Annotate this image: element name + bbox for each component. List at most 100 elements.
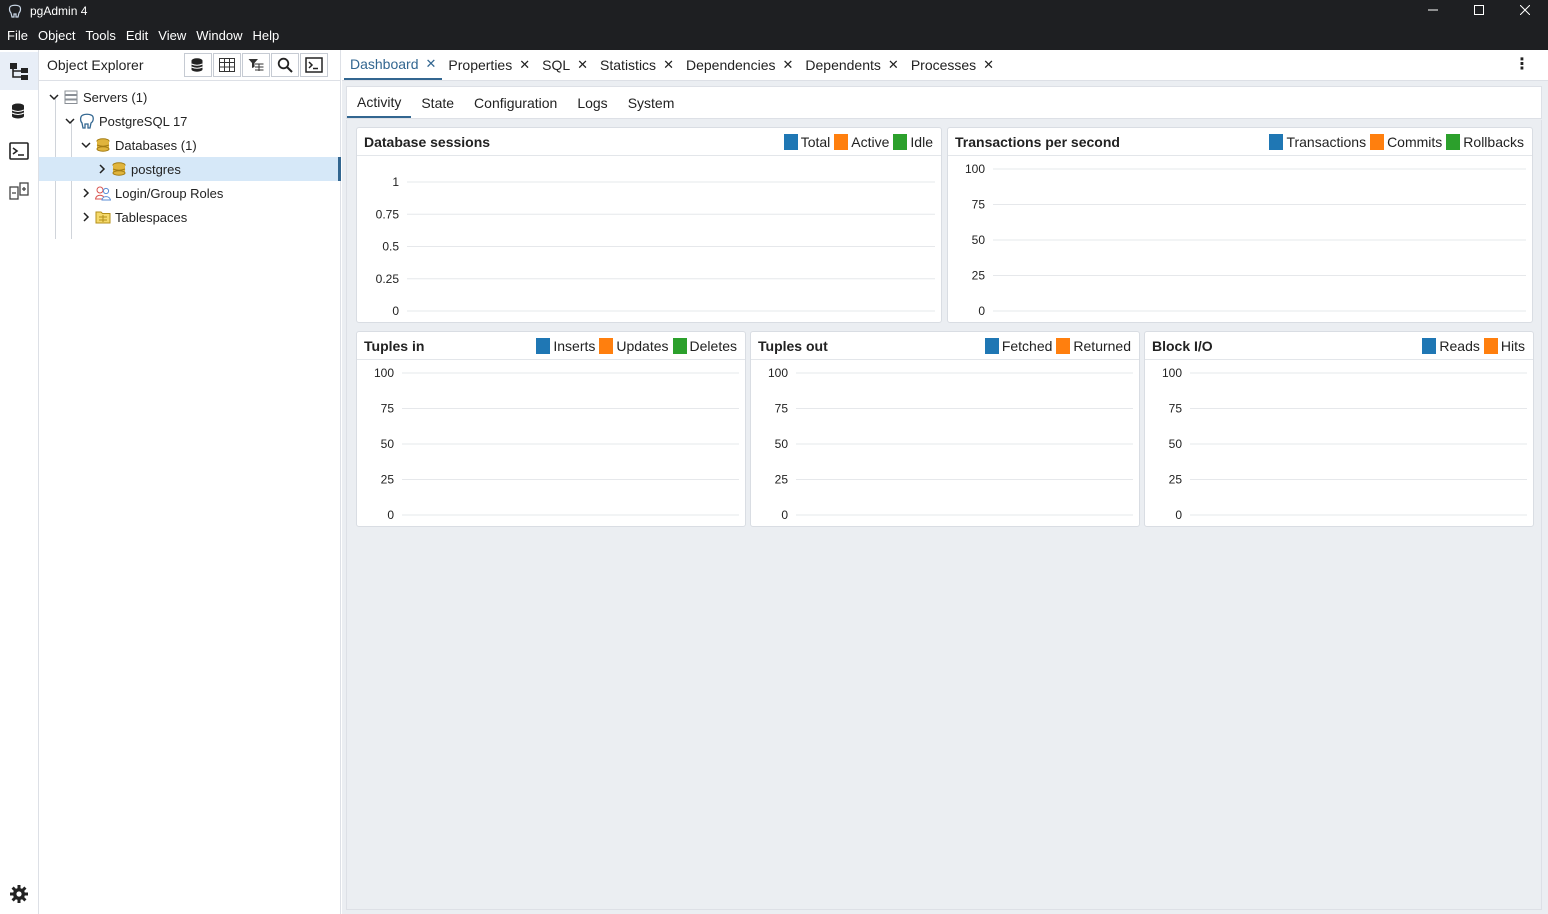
object-explorer-panel: Object Explorer Servers (1) PostgreSQL 1… xyxy=(39,50,341,914)
tree-hierarchy-icon xyxy=(10,63,28,80)
chart-plot: 0 25 50 75 100 xyxy=(768,366,1133,522)
main-tab-bar: Dashboard ✕ Properties ✕ SQL ✕ Statistics ✕ … xyxy=(342,50,1548,81)
tree-node-login-group-roles[interactable]: Login/Group Roles xyxy=(39,181,341,205)
tab-statistics[interactable]: Statistics ✕ xyxy=(594,49,680,80)
chevron-down-icon[interactable] xyxy=(79,138,93,152)
chevron-down-icon[interactable] xyxy=(63,114,77,128)
tree-node-servers[interactable]: Servers (1) xyxy=(39,85,341,109)
close-window-button[interactable] xyxy=(1502,0,1548,20)
schema-diff-rail-button[interactable] xyxy=(0,172,38,210)
y-tick-label: 50 xyxy=(775,437,789,451)
close-icon[interactable]: ✕ xyxy=(888,57,899,73)
chart-legend: Transactions Commits Rollbacks xyxy=(1269,133,1525,150)
tree-node-databases[interactable]: Databases (1) xyxy=(39,133,341,157)
tree-node-postgresql-17[interactable]: PostgreSQL 17 xyxy=(39,109,341,133)
y-tick-label: 100 xyxy=(768,366,788,380)
more-options-icon[interactable]: ⋮ xyxy=(1514,57,1530,73)
y-tick-label: 0 xyxy=(392,304,399,318)
menu-edit[interactable]: Edit xyxy=(121,22,153,50)
query-tool-button[interactable] xyxy=(184,53,212,77)
tree-node-postgres[interactable]: postgres xyxy=(39,157,341,181)
terminal-icon xyxy=(9,142,29,160)
table-grid-icon xyxy=(219,58,235,72)
psql-tool-rail-button[interactable] xyxy=(0,132,38,170)
menu-window[interactable]: Window xyxy=(191,22,247,50)
close-icon[interactable]: ✕ xyxy=(983,57,994,73)
tab-sql[interactable]: SQL ✕ xyxy=(536,49,594,80)
object-explorer-toggle[interactable] xyxy=(0,52,38,90)
menu-object[interactable]: Object xyxy=(33,22,81,50)
menu-file[interactable]: File xyxy=(2,22,33,50)
chart-legend: Total Active Idle xyxy=(783,133,934,150)
legend-label: Total xyxy=(800,133,831,150)
legend-label: Commits xyxy=(1387,133,1443,150)
preferences-button[interactable] xyxy=(0,875,38,913)
chevron-right-icon[interactable] xyxy=(95,162,109,176)
terminal-icon xyxy=(305,57,323,73)
dashboard-subtabs: Activity State Configuration Logs System xyxy=(346,86,1542,119)
subtab-state[interactable]: State xyxy=(411,87,464,118)
search-icon xyxy=(277,57,293,73)
roles-icon xyxy=(95,185,111,201)
tree-node-label: Databases xyxy=(115,137,178,153)
chevron-down-icon[interactable] xyxy=(47,90,61,104)
dashboard-charts-area: Database sessions Total Active Idle 0 0.2… xyxy=(346,120,1542,910)
main-panel: Dashboard ✕ Properties ✕ SQL ✕ Statistics ✕ … xyxy=(342,50,1548,914)
close-icon[interactable]: ✕ xyxy=(663,57,674,73)
y-tick-label: 25 xyxy=(381,473,395,487)
chart-plot: 0 25 50 75 100 xyxy=(1162,366,1527,522)
psql-tool-button[interactable] xyxy=(300,53,328,77)
tab-label: SQL xyxy=(542,56,571,73)
legend-label: Inserts xyxy=(553,337,596,354)
postgresql-elephant-icon xyxy=(79,113,95,129)
tree-node-label: Login/Group Roles xyxy=(115,185,224,201)
legend-swatch xyxy=(834,133,849,150)
y-tick-label: 75 xyxy=(381,402,395,416)
menu-view[interactable]: View xyxy=(153,22,191,50)
menu-tools[interactable]: Tools xyxy=(81,22,121,50)
subtab-system[interactable]: System xyxy=(618,87,685,118)
y-tick-label: 50 xyxy=(972,233,986,247)
subtab-activity[interactable]: Activity xyxy=(347,87,412,118)
menu-help[interactable]: Help xyxy=(248,22,285,50)
legend-swatch xyxy=(783,133,798,150)
y-tick-label: 75 xyxy=(972,198,986,212)
close-icon[interactable]: ✕ xyxy=(782,57,793,73)
tab-properties[interactable]: Properties ✕ xyxy=(442,49,536,80)
y-tick-label: 25 xyxy=(775,473,789,487)
legend-label: Idle xyxy=(910,133,933,150)
y-tick-label: 1 xyxy=(392,175,399,189)
legend-label: Reads xyxy=(1439,337,1480,354)
tab-processes[interactable]: Processes ✕ xyxy=(905,49,1000,80)
tree-node-label: Tablespaces xyxy=(115,209,188,225)
tab-label: Properties xyxy=(448,56,513,73)
chevron-right-icon[interactable] xyxy=(79,210,93,224)
subtab-logs[interactable]: Logs xyxy=(567,87,617,118)
minimize-button[interactable] xyxy=(1410,0,1456,20)
tree-node-tablespaces[interactable]: Tablespaces xyxy=(39,205,341,229)
tab-dashboard[interactable]: Dashboard ✕ xyxy=(344,49,443,80)
maximize-icon xyxy=(1474,5,1484,15)
query-tool-rail-button[interactable] xyxy=(0,92,38,130)
tree-node-label: PostgreSQL 17 xyxy=(99,113,188,129)
tab-dependencies[interactable]: Dependencies ✕ xyxy=(680,49,799,80)
y-tick-label: 50 xyxy=(381,437,395,451)
databases-icon xyxy=(95,137,111,153)
y-tick-label: 50 xyxy=(1169,437,1183,451)
legend-swatch xyxy=(1056,337,1071,354)
view-data-button[interactable] xyxy=(213,53,241,77)
tab-dependents[interactable]: Dependents ✕ xyxy=(799,49,904,80)
y-tick-label: 100 xyxy=(1162,366,1182,380)
y-tick-label: 0.5 xyxy=(382,240,399,254)
legend-swatch xyxy=(1422,337,1437,354)
close-icon[interactable]: ✕ xyxy=(577,57,588,73)
filtered-rows-button[interactable] xyxy=(242,53,270,77)
search-objects-button[interactable] xyxy=(271,53,299,77)
chevron-right-icon[interactable] xyxy=(79,186,93,200)
close-icon[interactable]: ✕ xyxy=(426,56,437,72)
subtab-configuration[interactable]: Configuration xyxy=(464,87,567,118)
close-icon[interactable]: ✕ xyxy=(519,57,530,73)
maximize-button[interactable] xyxy=(1456,0,1502,20)
y-tick-label: 75 xyxy=(775,402,789,416)
query-tool-icon xyxy=(191,58,203,72)
